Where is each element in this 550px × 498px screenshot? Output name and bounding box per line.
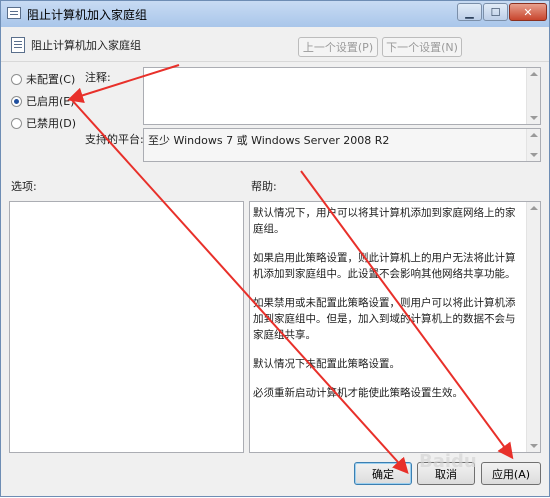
scroll-down-icon[interactable] [530,153,538,157]
previous-setting-button[interactable]: 上一个设置(P) [298,37,378,57]
help-paragraph: 如果禁用或未配置此策略设置，则用户可以将此计算机添加到家庭组中。但是，加入到域的… [253,297,516,341]
radio-disabled[interactable]: 已禁用(D) [11,115,76,131]
scroll-down-icon[interactable] [530,116,538,120]
comment-label: 注释: [85,71,111,84]
minimize-button[interactable]: ▁ [457,3,482,21]
help-text: 默认情况下，用户可以将其计算机添加到家庭网络上的家庭组。 如果启用此策略设置，则… [253,205,525,414]
minimize-icon: ▁ [465,5,474,19]
radio-not-configured[interactable]: 未配置(C) [11,71,75,87]
maximize-icon: ☐ [490,5,501,19]
help-paragraph: 默认情况下，用户可以将其计算机添加到家庭网络上的家庭组。 [253,207,516,235]
radio-circle[interactable] [11,117,22,129]
radio-label: 未配置(C) [26,73,76,86]
radio-enabled[interactable]: 已启用(E) [11,93,75,109]
watermark: Baidu [419,451,477,472]
platform-box: 至少 Windows 7 或 Windows Server 2008 R2 [143,128,541,162]
scroll-down-icon[interactable] [530,444,538,448]
options-label: 选项: [11,180,37,193]
platform-value: 至少 Windows 7 或 Windows Server 2008 R2 [148,134,390,147]
header-divider [1,61,549,62]
comment-textbox[interactable] [143,67,541,125]
platform-scrollbar[interactable] [526,129,540,161]
radio-label: 已禁用(D) [26,117,77,130]
policy-icon [7,7,21,19]
comment-scrollbar[interactable] [526,68,540,124]
close-button[interactable]: ✕ [509,3,547,21]
platform-label: 支持的平台: [85,133,144,146]
scroll-up-icon[interactable] [530,206,538,210]
help-label: 帮助: [251,180,277,193]
radio-circle-checked[interactable] [11,95,22,107]
options-pane [9,201,244,453]
dialog-window: 阻止计算机加入家庭组 ▁ ☐ ✕ 阻止计算机加入家庭组 上一个设置(P) 下一个… [0,0,550,497]
title-bar[interactable]: 阻止计算机加入家庭组 ▁ ☐ ✕ [1,1,549,27]
scroll-up-icon[interactable] [530,133,538,137]
radio-label: 已启用(E) [26,95,75,108]
ok-button[interactable]: 确定 [354,462,412,485]
setting-title: 阻止计算机加入家庭组 [31,39,141,52]
setting-icon [11,37,25,53]
window-title: 阻止计算机加入家庭组 [27,8,148,22]
apply-button[interactable]: 应用(A) [481,462,541,485]
next-setting-button[interactable]: 下一个设置(N) [382,37,462,57]
help-paragraph: 如果启用此策略设置，则此计算机上的用户无法将此计算机添加到家庭组中。此设置不会影… [253,252,516,280]
help-paragraph: 默认情况下未配置此策略设置。 [253,358,400,370]
maximize-button[interactable]: ☐ [483,3,508,21]
close-icon: ✕ [523,5,533,19]
scroll-up-icon[interactable] [530,72,538,76]
help-scrollbar[interactable] [526,202,540,452]
radio-circle[interactable] [11,73,22,85]
help-paragraph: 必须重新启动计算机才能使此策略设置生效。 [253,387,463,399]
